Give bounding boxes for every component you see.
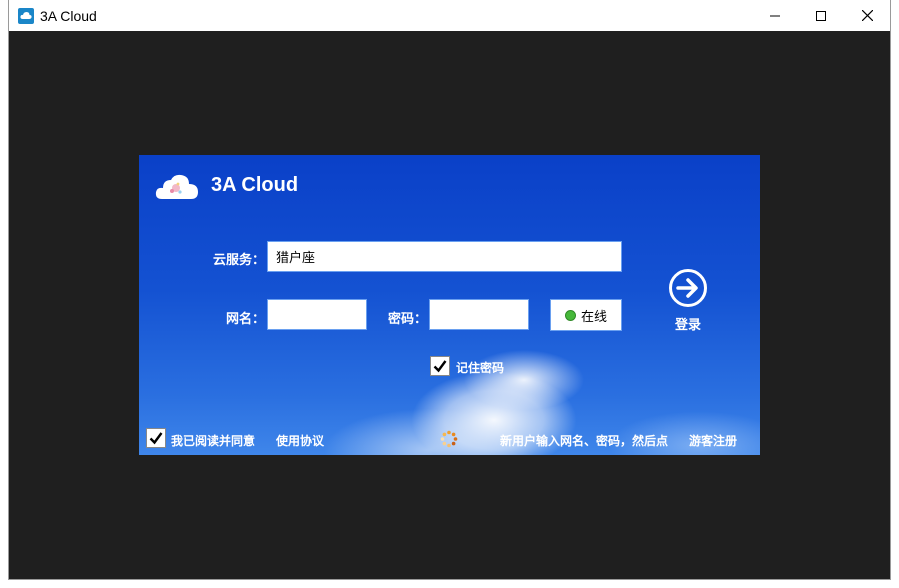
agree-terms-checkbox[interactable] xyxy=(146,428,166,448)
online-status-label: 在线 xyxy=(580,309,607,325)
close-icon xyxy=(861,10,873,21)
cloud-logo-icon xyxy=(155,174,198,199)
window-controls xyxy=(752,0,890,31)
login-label: 登录 xyxy=(674,318,701,333)
app-cloud-icon xyxy=(18,7,34,24)
minimize-icon xyxy=(770,15,780,16)
login-panel: 3A Cloud 云服务： 网名： 密码： 在线 登录 记住密码 我已阅读并同意… xyxy=(139,155,760,455)
new-user-hint: 新用户输入网名、密码，然后点 xyxy=(500,434,669,448)
arrow-right-circle-icon xyxy=(669,269,707,307)
checkmark-icon xyxy=(433,360,447,373)
password-label: 密码： xyxy=(388,312,428,327)
window-title: 3A Cloud xyxy=(40,7,97,24)
guest-register-link[interactable]: 游客注册 xyxy=(689,432,737,449)
loading-spinner-icon xyxy=(440,430,458,448)
checkmark-icon xyxy=(149,432,163,445)
password-input[interactable] xyxy=(429,299,529,330)
online-status-icon xyxy=(564,309,576,321)
terms-link[interactable]: 使用协议 xyxy=(276,432,324,449)
cloud-service-label: 云服务： xyxy=(213,253,266,268)
minimize-button[interactable] xyxy=(752,0,798,31)
brand-title: 3A Cloud xyxy=(211,174,299,196)
remember-password-checkbox[interactable] xyxy=(430,356,450,376)
close-button[interactable] xyxy=(844,0,890,31)
online-status-button[interactable]: 在线 xyxy=(550,299,622,331)
username-label: 网名： xyxy=(226,312,266,327)
title-bar[interactable]: 3A Cloud xyxy=(9,0,890,31)
app-window: 3A Cloud 3A Cloud 云服务： 网名： 密码： xyxy=(8,0,891,580)
username-input[interactable] xyxy=(267,299,367,330)
agree-terms-label: 我已阅读并同意 xyxy=(171,434,256,448)
remember-password-label: 记住密码 xyxy=(456,361,505,375)
maximize-icon xyxy=(816,10,826,21)
cloud-service-input[interactable] xyxy=(267,241,622,272)
maximize-button[interactable] xyxy=(798,0,844,31)
login-button[interactable]: 登录 xyxy=(666,268,710,333)
